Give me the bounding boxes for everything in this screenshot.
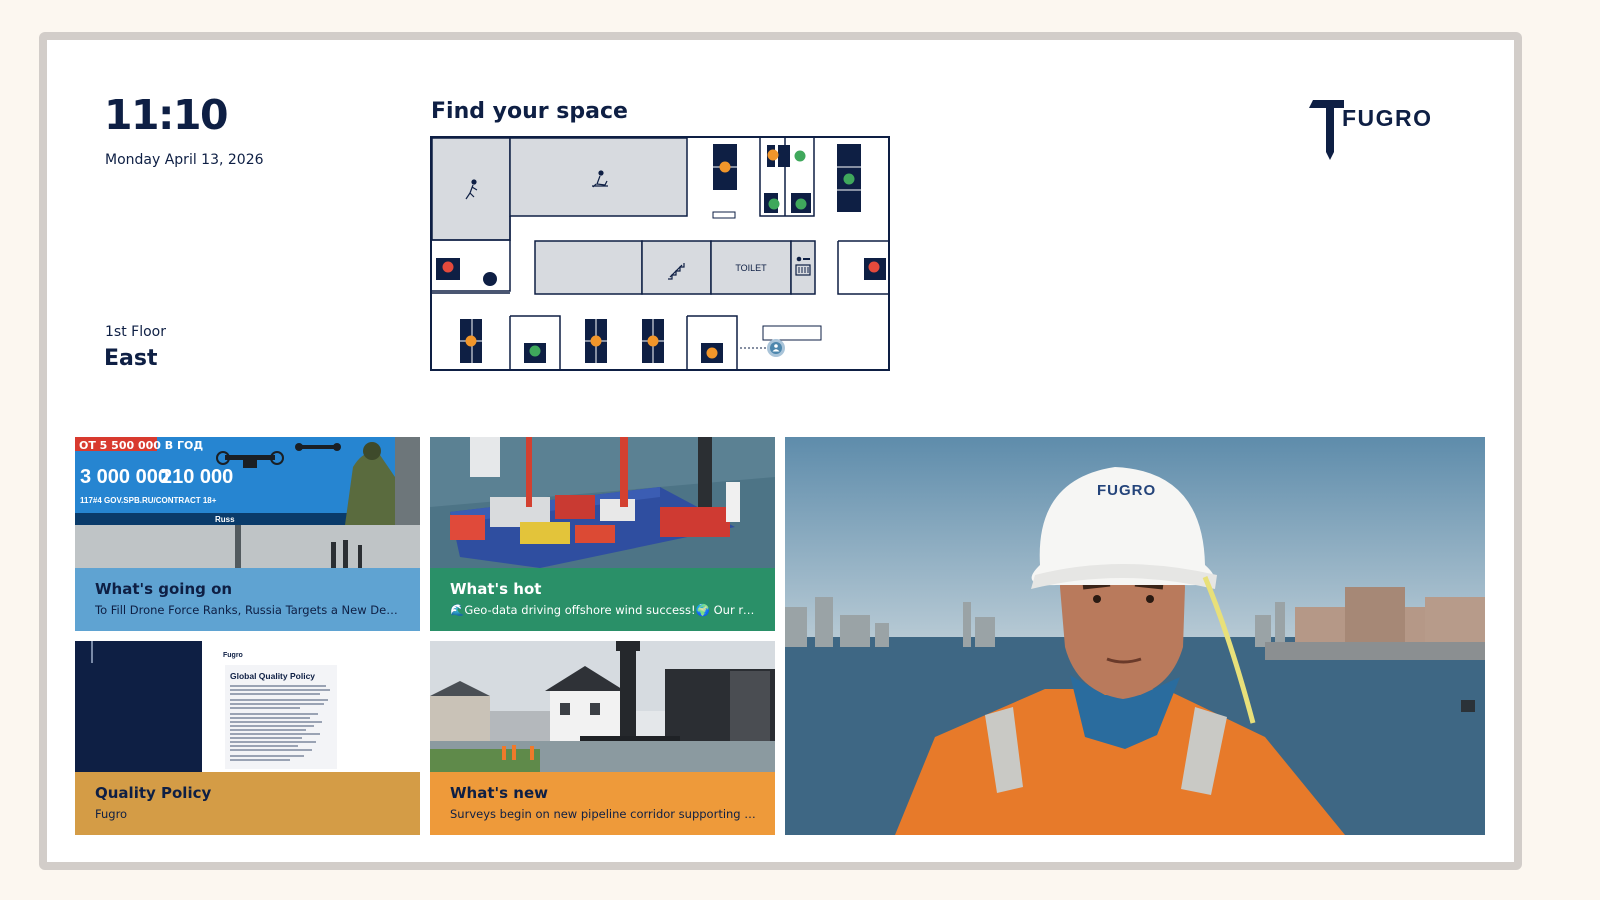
you-are-here-icon <box>767 339 785 357</box>
toilet-label: TOILET <box>735 263 767 273</box>
news-image-policy-document: Fugro Global Quality Policy <box>75 641 420 772</box>
desk-status-booked[interactable] <box>719 161 731 173</box>
news-image-jackup-rig <box>430 437 775 568</box>
floor-plan[interactable]: TOILET <box>430 136 892 378</box>
date-label: Monday April 13, 2026 <box>105 152 264 168</box>
room-meeting[interactable] <box>534 240 643 295</box>
wing-label: East <box>104 346 158 371</box>
fullscreen-icon[interactable] <box>1461 700 1475 712</box>
desk-status-available[interactable] <box>795 198 807 210</box>
floor-label: 1st Floor <box>105 324 166 340</box>
news-image-drilling-site <box>430 641 775 772</box>
floor-plan-svg: TOILET <box>430 136 890 371</box>
display-frame: 11:10 Monday April 13, 2026 1st Floor Ea… <box>39 32 1522 870</box>
desk-status-occupied[interactable] <box>442 261 454 273</box>
tile-title: What's new <box>450 784 548 802</box>
desk-status-booked[interactable] <box>465 335 477 347</box>
svg-text:210 000: 210 000 <box>161 466 233 488</box>
tile-subtitle: To Fill Drone Force Ranks, Russia Target… <box>95 603 401 617</box>
tile-title: Quality Policy <box>95 784 212 802</box>
news-tile-whats-going-on[interactable]: ОТ 5 500 000 В ГОД 3 000 000 210 000 117… <box>75 437 420 631</box>
tile-caption: What's going on To Fill Drone Force Rank… <box>75 568 420 631</box>
desk-status-booked[interactable] <box>706 347 718 359</box>
desk-status-available[interactable] <box>529 345 541 357</box>
desk-status-available[interactable] <box>768 198 780 210</box>
desk-status-booked[interactable] <box>647 335 659 347</box>
tile-subtitle: Fugro <box>95 807 128 821</box>
tile-subtitle: 🌊Geo-data driving offshore wind success!… <box>450 603 756 617</box>
svg-text:Fugro: Fugro <box>223 652 243 659</box>
news-image-billboard: ОТ 5 500 000 В ГОД 3 000 000 210 000 117… <box>75 437 420 568</box>
fugro-logo: FUGRO <box>1307 96 1457 168</box>
news-tile-whats-hot[interactable]: What's hot 🌊Geo-data driving offshore wi… <box>430 437 775 631</box>
svg-text:FUGRO: FUGRO <box>1342 105 1433 131</box>
desk-status-available[interactable] <box>794 150 806 162</box>
tile-caption: What's new Surveys begin on new pipeline… <box>430 772 775 835</box>
tile-caption: Quality Policy Fugro <box>75 772 420 835</box>
room-fitness[interactable] <box>509 137 688 217</box>
hero-video[interactable]: FUGRO <box>785 437 1485 835</box>
table-round <box>483 272 497 286</box>
svg-text:117#4 GOV.SPB.RU/CONTRACT 18: 117#4 GOV.SPB.RU/CONTRACT 18+ <box>80 496 217 505</box>
tile-caption: What's hot 🌊Geo-data driving offshore wi… <box>430 568 775 631</box>
news-tile-whats-new[interactable]: What's new Surveys begin on new pipeline… <box>430 641 775 835</box>
tile-title: What's going on <box>95 580 233 598</box>
room-stairs[interactable] <box>641 240 712 295</box>
reception-counter <box>762 325 822 341</box>
news-tile-quality-policy[interactable]: Fugro Global Quality Policy Quality Poli… <box>75 641 420 835</box>
room-lift[interactable] <box>790 240 816 295</box>
svg-text:Global Quality Policy: Global Quality Policy <box>230 671 315 681</box>
svg-text:ОТ 5 500 000 В ГОД: ОТ 5 500 000 В ГОД <box>79 439 203 452</box>
desk-status-booked[interactable] <box>767 149 779 161</box>
desk-status-available[interactable] <box>843 173 855 185</box>
svg-text:Russ: Russ <box>215 515 235 524</box>
tile-title: What's hot <box>450 580 542 598</box>
svg-text:3 000 000: 3 000 000 <box>80 466 169 488</box>
map-title: Find your space <box>431 99 628 124</box>
svg-text:FUGRO: FUGRO <box>1097 482 1156 499</box>
desk-status-booked[interactable] <box>590 335 602 347</box>
desk-status-occupied[interactable] <box>868 261 880 273</box>
clock: 11:10 <box>104 91 229 139</box>
tile-subtitle: Surveys begin on new pipeline corridor s… <box>450 807 756 821</box>
signage-screen: 11:10 Monday April 13, 2026 1st Floor Ea… <box>47 40 1514 862</box>
reception-desk <box>712 211 736 219</box>
